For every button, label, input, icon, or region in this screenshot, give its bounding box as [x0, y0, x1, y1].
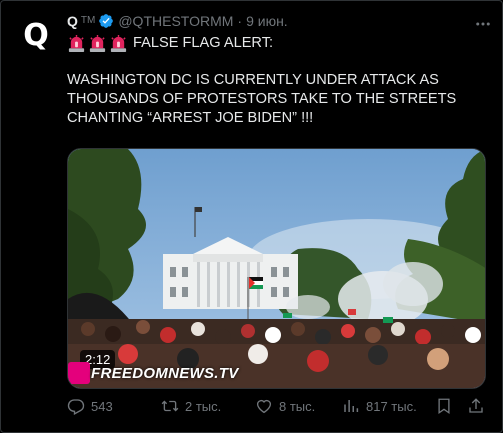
video-watermark: FREEDOMNEWS.TV	[68, 360, 246, 386]
heart-icon	[256, 399, 272, 414]
avatar-letter: Q	[23, 17, 49, 53]
tweet-card[interactable]: Q Q TM @QTHESTORMM · 9 июн. FALSE FLAG A…	[0, 0, 503, 433]
reply-button[interactable]: 543	[67, 397, 113, 415]
retweet-count: 2 тыс.	[185, 398, 222, 414]
author-tm: TM	[80, 15, 96, 26]
views-chart-icon	[344, 400, 359, 412]
author-name[interactable]: Q	[67, 11, 78, 31]
tweet-text: FALSE FLAG ALERT: WASHINGTON DC IS CURRE…	[67, 34, 492, 128]
views-count: 817 тыс.	[366, 398, 417, 414]
retweet-icon	[161, 400, 179, 412]
tweet-actions: 543 2 тыс. 8 тыс. 817 тыс.	[67, 394, 492, 418]
like-count: 8 тыс.	[279, 398, 316, 414]
bookmark-icon	[438, 398, 450, 415]
tweet-content: Q TM @QTHESTORMM · 9 июн. FALSE FLAG ALE…	[67, 11, 492, 415]
police-light-icon	[88, 34, 107, 53]
views-button[interactable]: 817 тыс.	[342, 397, 417, 415]
avatar[interactable]: Q	[14, 13, 58, 57]
tweet-time[interactable]: 9 июн.	[246, 11, 288, 31]
share-button[interactable]	[467, 397, 485, 415]
bookmark-button[interactable]	[435, 397, 453, 415]
video-thumbnail	[68, 149, 485, 388]
like-button[interactable]: 8 тыс.	[255, 397, 315, 415]
police-light-icon	[109, 34, 128, 53]
separator-dot: ·	[237, 13, 243, 29]
video-player[interactable]: 2:12 FREEDOMNEWS.TV	[67, 148, 486, 389]
share-icon	[469, 398, 483, 413]
tweet-headline: FALSE FLAG ALERT:	[133, 35, 274, 51]
watermark-logo-icon	[68, 362, 90, 384]
verified-badge-icon	[98, 13, 114, 29]
tweet-header: Q TM @QTHESTORMM · 9 июн.	[67, 11, 492, 31]
tweet-body: WASHINGTON DC IS CURRENTLY UNDER ATTACK …	[67, 72, 457, 126]
retweet-button[interactable]: 2 тыс.	[161, 397, 221, 415]
reply-icon	[67, 399, 85, 415]
watermark-text: FREEDOMNEWS.TV	[91, 364, 239, 382]
more-options-icon[interactable]	[474, 15, 492, 36]
police-light-icon	[67, 34, 86, 53]
tweet-headline-line: FALSE FLAG ALERT:	[67, 34, 492, 53]
reply-count: 543	[91, 398, 113, 414]
author-handle[interactable]: @QTHESTORMM	[118, 11, 233, 31]
